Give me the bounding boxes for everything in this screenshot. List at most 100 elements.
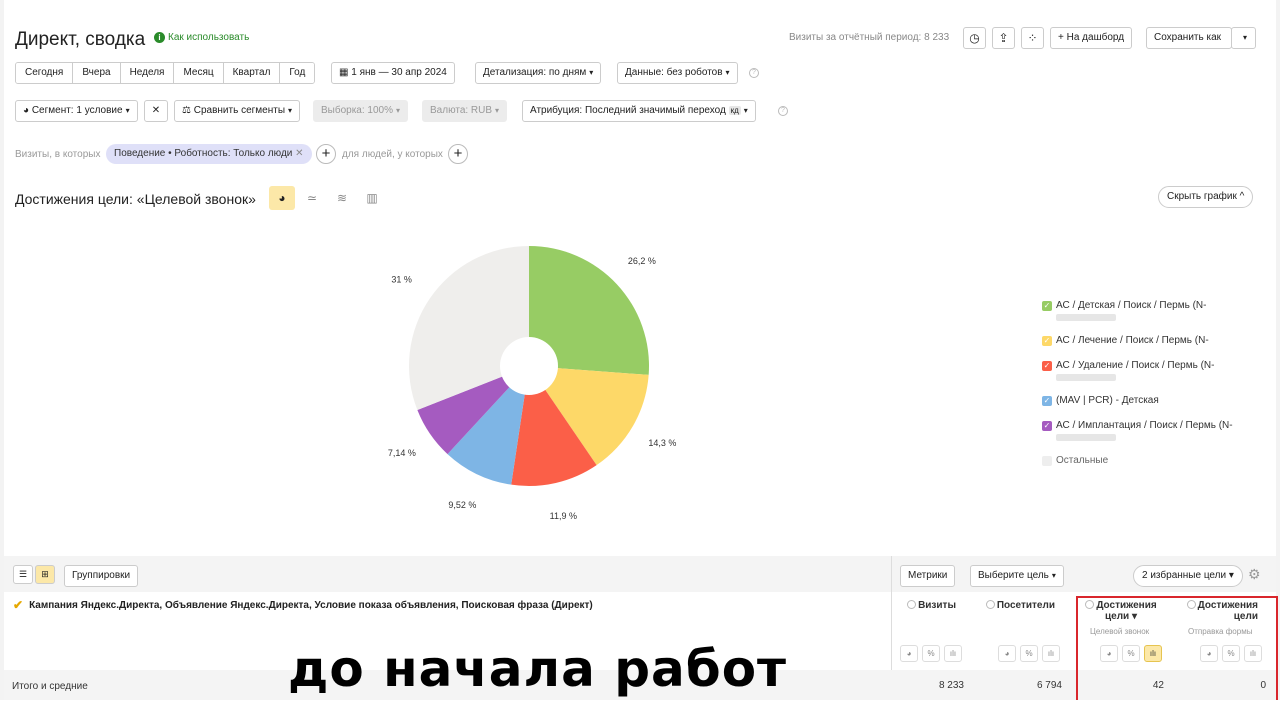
detail-dropdown[interactable]: Детализация: по дням ▾	[475, 62, 602, 84]
legend-item[interactable]: ✓ (MAV | PCR) - Детская	[1042, 395, 1242, 406]
legend-label: АС / Детская / Поиск / Пермь (N-	[1056, 300, 1207, 311]
date-range-label: 1 янв — 30 апр 2024	[351, 67, 447, 78]
period-quarter[interactable]: Квартал	[223, 63, 281, 83]
data-filter-label: Данные: без роботов	[625, 67, 723, 78]
hide-graph-button[interactable]: Скрыть график ^	[1158, 186, 1254, 208]
legend-item[interactable]: ✓ АС / Удаление / Поиск / Пермь (N-	[1042, 360, 1242, 381]
highlight-box	[1076, 596, 1278, 702]
chevron-down-icon: ▾	[725, 68, 730, 77]
detail-label: Детализация: по дням	[483, 67, 587, 78]
metrics-button[interactable]: Метрики	[900, 565, 956, 587]
condition-chip[interactable]: Поведение • Роботность: Только люди ✕	[106, 144, 312, 164]
legend-item[interactable]: ✓ АС / Имплантация / Поиск / Пермь (N-	[1042, 420, 1242, 441]
bar-icon[interactable]: ılı	[944, 645, 962, 662]
totals-label: Итого и средние	[12, 681, 88, 692]
pie-label-3: 9,52 %	[448, 500, 476, 510]
date-range-button[interactable]: ▦ 1 янв — 30 апр 2024	[331, 62, 455, 84]
currency-label: Валюта: RUB	[430, 105, 493, 116]
add-people-condition-button[interactable]: +	[448, 144, 468, 164]
chart-legend: ✓ АС / Детская / Поиск / Пермь (N- ✓ АС / …	[1042, 300, 1242, 480]
period-year[interactable]: Год	[280, 63, 315, 83]
pie-icon[interactable]: ◕	[998, 645, 1016, 662]
gear-icon[interactable]: ⚙	[1248, 566, 1261, 583]
pie-chart-icon[interactable]: ◕	[269, 186, 295, 210]
visits-total: Визиты за отчётный период: 8 233	[789, 32, 950, 43]
export-icon[interactable]: ⇪	[992, 27, 1015, 49]
clear-segment-button[interactable]: ✕	[144, 100, 168, 122]
help-icon[interactable]: ?	[778, 106, 788, 116]
period-week[interactable]: Неделя	[120, 63, 175, 83]
period-selector: Сегодня Вчера Неделя Месяц Квартал Год	[15, 62, 316, 84]
dimensions-header[interactable]: ✔ Кампания Яндекс.Директа, Объявление Янд…	[13, 598, 593, 612]
favorite-goals-button[interactable]: 2 избранные цели ▾	[1133, 565, 1243, 587]
checkbox-icon	[1042, 456, 1052, 466]
to-dashboard-button[interactable]: + На дашборд	[1050, 27, 1133, 49]
pie-label-2: 11,9 %	[550, 511, 577, 521]
groupings-button[interactable]: Группировки	[64, 565, 139, 587]
legend-label: АС / Имплантация / Поиск / Пермь (N-	[1056, 420, 1233, 431]
segment-dropdown[interactable]: ◕ Сегмент: 1 условие ▾	[15, 100, 138, 122]
checkbox-icon: ✓	[1042, 396, 1052, 406]
choose-goal-label: Выберите цель	[978, 570, 1049, 581]
pie-chart: 26,2 % 14,3 % 11,9 % 9,52 % 7,14 % 31 %	[388, 246, 676, 521]
legend-label: АС / Лечение / Поиск / Пермь (N-	[1056, 335, 1209, 346]
add-visit-condition-button[interactable]: +	[316, 144, 336, 164]
help-icon	[985, 600, 995, 609]
choose-goal-dropdown[interactable]: Выберите цель ▾	[970, 565, 1064, 587]
legend-label: АС / Удаление / Поиск / Пермь (N-	[1056, 360, 1215, 371]
chevron-down-icon: ▾	[125, 106, 130, 115]
percent-icon[interactable]: %	[1020, 645, 1038, 662]
chevron-down-icon: ▾	[495, 106, 500, 115]
close-icon[interactable]: ✕	[295, 148, 303, 159]
sample-dropdown[interactable]: Выборка: 100% ▾	[313, 100, 409, 122]
checkbox-icon: ✓	[1042, 336, 1052, 346]
legend-item[interactable]: ✓ АС / Детская / Поиск / Пермь (N-	[1042, 300, 1242, 321]
percent-icon[interactable]: %	[922, 645, 940, 662]
period-month[interactable]: Месяц	[174, 63, 224, 83]
pie-label-4: 7,14 %	[388, 448, 416, 458]
pie-label-1: 14,3 %	[648, 438, 676, 448]
attribution-dropdown[interactable]: Атрибуция: Последний значимый переход кд…	[522, 100, 756, 122]
line-chart-icon[interactable]: ≃	[299, 186, 325, 210]
currency-dropdown[interactable]: Валюта: RUB ▾	[422, 100, 508, 122]
howto-link[interactable]: i Как использовать	[154, 32, 249, 43]
chevron-down-icon: ▾	[1242, 33, 1247, 42]
pie-label-5: 31 %	[391, 274, 412, 284]
total-visits: 8 233	[938, 680, 964, 691]
calendar-icon: ▦	[339, 67, 352, 78]
attribution-badge: кд	[728, 106, 741, 115]
pie-icon[interactable]: ◕	[900, 645, 918, 662]
donut-hole	[500, 337, 558, 395]
period-yesterday[interactable]: Вчера	[73, 63, 121, 83]
overlay-caption: до начала работ	[288, 640, 788, 698]
bar-chart-icon[interactable]: ▥	[359, 186, 385, 210]
help-icon	[907, 600, 917, 609]
people-where-label: для людей, у которых	[342, 149, 443, 160]
legend-item[interactable]: ✓ АС / Лечение / Поиск / Пермь (N-	[1042, 335, 1242, 346]
legend-item[interactable]: Остальные	[1042, 455, 1242, 466]
list-view-icon[interactable]: ☰	[13, 565, 33, 584]
data-filter-dropdown[interactable]: Данные: без роботов ▾	[617, 62, 738, 84]
column-visitors[interactable]: Посетители	[983, 600, 1055, 611]
api-icon[interactable]: ⁘	[1021, 27, 1044, 49]
sample-label: Выборка: 100%	[321, 105, 393, 116]
column-visits[interactable]: Визиты	[906, 600, 956, 611]
clock-icon[interactable]: ◷	[963, 27, 986, 49]
info-icon: i	[154, 32, 165, 43]
compare-segments-dropdown[interactable]: ⚖ Сравнить сегменты ▾	[174, 100, 301, 122]
area-chart-icon[interactable]: ≋	[329, 186, 355, 210]
redacted-text	[1056, 314, 1116, 321]
help-icon[interactable]: ?	[749, 68, 759, 78]
legend-label: (MAV | PCR) - Детская	[1056, 395, 1159, 406]
dimensions-label: Кампания Яндекс.Директа, Объявление Янде…	[29, 599, 593, 611]
table-toolbar	[4, 556, 1276, 592]
save-as-button[interactable]: Сохранить как	[1146, 27, 1232, 49]
tree-view-icon[interactable]: ⊞	[35, 565, 55, 584]
period-today[interactable]: Сегодня	[16, 63, 74, 83]
bar-icon[interactable]: ılı	[1042, 645, 1060, 662]
save-as-dropdown[interactable]: ▾	[1231, 27, 1256, 49]
checkbox-icon: ✓	[1042, 361, 1052, 371]
compare-label: Сравнить сегменты	[193, 105, 286, 116]
chevron-down-icon: ▾	[1228, 570, 1234, 581]
visits-where-label: Визиты, в которых	[15, 149, 101, 160]
